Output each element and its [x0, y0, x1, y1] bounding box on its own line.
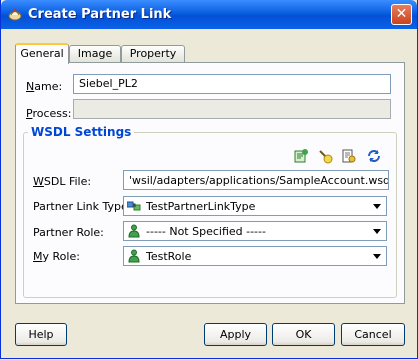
wsdl-file-input[interactable]: 'wsil/adapters/applications/SampleAccoun… — [123, 170, 389, 190]
ok-button[interactable]: OK — [272, 323, 335, 346]
my-role-value: TestRole — [146, 250, 192, 263]
partner-link-type-label: Partner Link Type: — [33, 200, 132, 213]
help-button[interactable]: Help — [15, 323, 67, 346]
wsdl-settings-title: WSDL Settings — [28, 125, 135, 139]
tab-property[interactable]: Property — [121, 45, 185, 62]
title-bar[interactable]: Create Partner Link ✕ — [1, 0, 417, 29]
cancel-button[interactable]: Cancel — [341, 323, 405, 346]
my-role-select[interactable]: TestRole — [123, 246, 387, 266]
refresh-icon[interactable] — [366, 148, 382, 164]
browse-wsdl-icon[interactable] — [341, 148, 357, 164]
define-adapter-icon[interactable] — [317, 148, 333, 164]
app-icon — [8, 8, 22, 21]
process-label: Process: — [26, 107, 72, 120]
partner-link-type-value: TestPartnerLinkType — [146, 200, 256, 213]
partner-link-type-icon — [127, 201, 141, 211]
dialog-window: Create Partner Link ✕ General Image Prop… — [0, 0, 418, 359]
partner-link-type-select[interactable]: TestPartnerLinkType — [123, 196, 387, 216]
process-label-rest: rocess: — [32, 107, 72, 120]
wsdl-file-label-rest: SDL File: — [43, 175, 92, 188]
tab-general-label: General — [20, 47, 64, 60]
close-button[interactable]: ✕ — [391, 4, 412, 25]
role-icon — [128, 249, 140, 263]
partner-role-label: Partner Role: — [33, 226, 104, 239]
my-role-label-rest: y Role: — [42, 250, 80, 263]
wsdl-file-label: WSDL File: — [33, 175, 92, 188]
role-icon — [128, 224, 140, 238]
close-icon: ✕ — [395, 6, 408, 22]
partner-role-select[interactable]: ----- Not Specified ----- — [123, 221, 387, 241]
window-title: Create Partner Link — [28, 7, 172, 22]
chevron-down-icon — [373, 229, 381, 234]
tab-general[interactable]: General — [15, 43, 69, 64]
service-explorer-icon[interactable] — [293, 148, 309, 164]
process-input — [73, 99, 391, 119]
tab-image-label: Image — [77, 47, 113, 60]
tab-property-label: Property — [129, 47, 177, 60]
name-input[interactable]: Siebel_PL2 — [73, 74, 391, 94]
apply-button[interactable]: Apply — [204, 323, 267, 346]
tab-image[interactable]: Image — [69, 45, 121, 62]
name-label: Name: — [26, 80, 63, 93]
chevron-down-icon — [373, 204, 381, 209]
chevron-down-icon — [373, 254, 381, 259]
my-role-label: My Role: — [33, 250, 80, 263]
partner-role-value: ----- Not Specified ----- — [146, 225, 266, 238]
name-label-rest: ame: — [34, 80, 63, 93]
